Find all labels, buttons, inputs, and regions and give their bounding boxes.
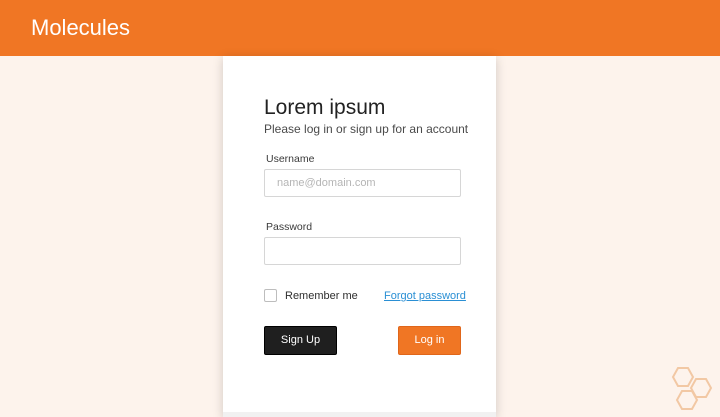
card-bottom-edge	[223, 412, 496, 417]
top-bar: Molecules	[0, 0, 720, 56]
login-heading: Lorem ipsum	[264, 96, 386, 119]
login-card: Lorem ipsum Please log in or sign up for…	[223, 56, 496, 417]
remember-me-checkbox[interactable]	[264, 289, 277, 302]
forgot-password-link[interactable]: Forgot password	[384, 289, 466, 303]
app-title: Molecules	[31, 15, 131, 40]
hexagon-molecule-icon	[671, 367, 713, 410]
login-subheading: Please log in or sign up for an account	[264, 122, 469, 136]
remember-me-label: Remember me	[285, 290, 358, 302]
sign-up-button[interactable]: Sign Up	[264, 326, 337, 355]
password-input[interactable]	[264, 237, 461, 265]
username-input[interactable]	[264, 169, 461, 197]
password-label: Password	[266, 221, 313, 233]
log-in-button[interactable]: Log in	[398, 326, 461, 355]
username-label: Username	[266, 153, 315, 165]
